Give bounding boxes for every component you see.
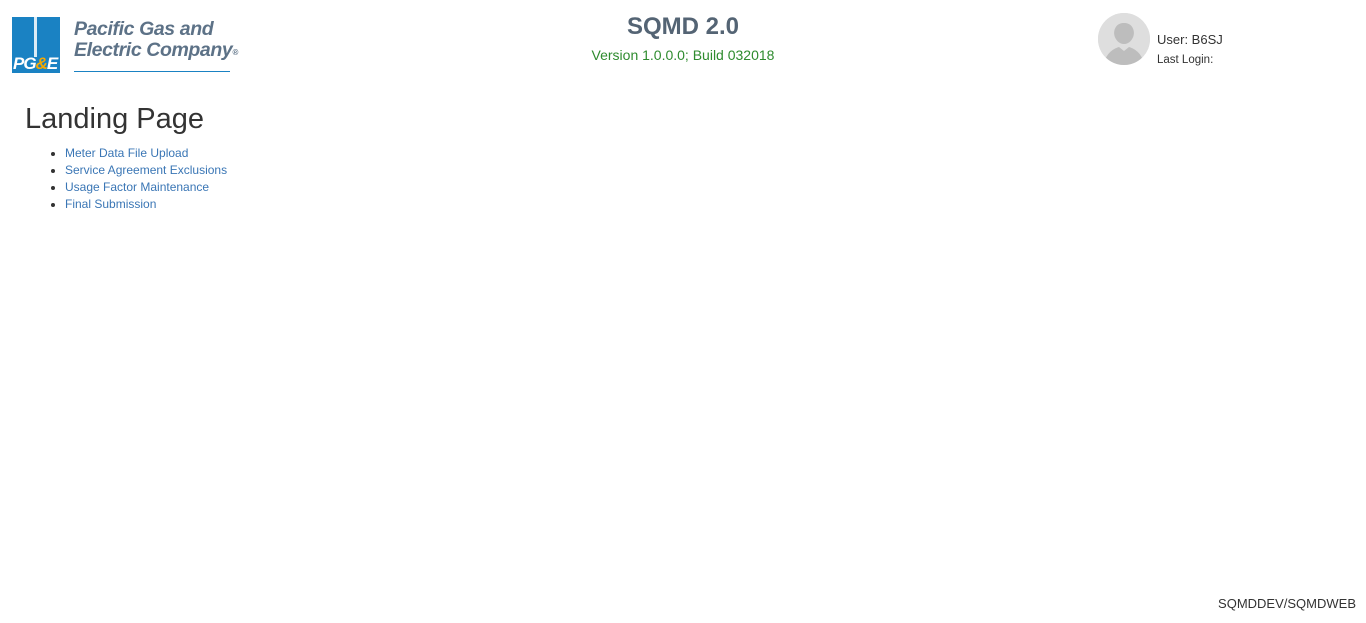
user-silhouette-icon [1098, 13, 1150, 65]
list-item: Final Submission [65, 196, 227, 213]
last-login: Last Login: [1157, 54, 1214, 66]
logo-underline [74, 71, 230, 72]
pge-logo: PG&E Pacific Gas and Electric Company® [12, 17, 238, 75]
list-item: Usage Factor Maintenance [65, 179, 227, 196]
environment-label: SQMDDEV/SQMDWEB [1218, 596, 1356, 611]
meter-data-file-upload-link[interactable]: Meter Data File Upload [65, 146, 188, 160]
final-submission-link[interactable]: Final Submission [65, 197, 156, 211]
user-info: User: B6SJ Last Login: [1098, 13, 1358, 69]
app-version: Version 1.0.0.0; Build 032018 [591, 47, 775, 63]
service-agreement-exclusions-link[interactable]: Service Agreement Exclusions [65, 163, 227, 177]
company-name: Pacific Gas and Electric Company® [74, 19, 238, 61]
list-item: Service Agreement Exclusions [65, 162, 227, 179]
app-title: SQMD 2.0 [626, 13, 740, 40]
page-title: Landing Page [25, 103, 204, 135]
company-name-line2: Electric Company [74, 39, 233, 61]
app-title-block: SQMD 2.0 Version 1.0.0.0; Build 032018 [483, 12, 883, 64]
company-name-line1: Pacific Gas and [74, 18, 214, 40]
list-item: Meter Data File Upload [65, 145, 227, 162]
usage-factor-maintenance-link[interactable]: Usage Factor Maintenance [65, 180, 209, 194]
registered-mark: ® [232, 48, 238, 57]
pge-logo-mark: PG&E [12, 17, 60, 73]
user-name: User: B6SJ [1157, 32, 1223, 47]
landing-links: Meter Data File Upload Service Agreement… [25, 145, 227, 213]
